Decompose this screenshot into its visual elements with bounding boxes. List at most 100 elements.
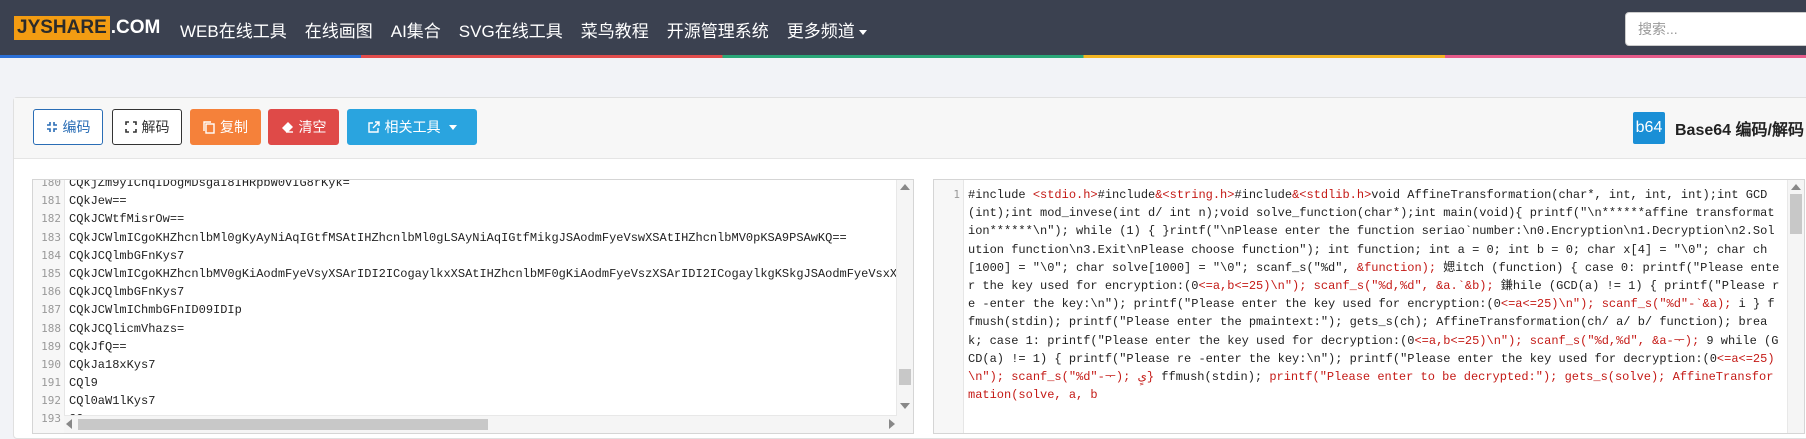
code-line: 185 CQkJCWlmICgoKHZhcnlbMV0gKiAodmFyeVsyX…: [33, 265, 913, 283]
vertical-scrollbar[interactable]: [896, 180, 913, 433]
nav-links: WEB在线工具 在线画图 AI集合 SVG在线工具 菜鸟教程 开源管理系统 更多…: [180, 0, 885, 58]
line-text: CQkJCWtfMisrOw==: [69, 212, 185, 227]
scroll-down-arrow-icon[interactable]: [900, 403, 910, 409]
nav-open-source-admin[interactable]: 开源管理系统: [667, 17, 769, 42]
encode-label: 编码: [62, 119, 91, 135]
scroll-right-arrow-icon[interactable]: [889, 419, 895, 429]
related-tools-label: 相关工具: [384, 119, 441, 135]
scrollbar-thumb[interactable]: [78, 419, 488, 430]
line-number: 183: [41, 230, 61, 244]
code-segment: #include: [1097, 188, 1156, 202]
line-text: CQkJCWlmIChmbGFnID09IDIp: [69, 303, 242, 318]
line-number: 192: [41, 394, 61, 408]
base64-icon: b64: [1633, 112, 1665, 144]
base64-input-editor[interactable]: 180 CQkjZm9yIChqIDogMDsgaI8IHRpbW0vIG8rKy…: [32, 179, 914, 434]
expand-icon: [124, 121, 137, 133]
code-segment: gets_s(solve);: [1564, 370, 1666, 385]
nav-online-drawing[interactable]: 在线画图: [305, 17, 373, 42]
navbar-color-strip: [0, 55, 1806, 58]
line-number: 180: [41, 179, 61, 189]
logo-box: JYSHARE: [14, 16, 110, 40]
code-line: 189 CQkJfQ==: [33, 338, 913, 356]
line-number: 189: [41, 339, 61, 353]
decoded-output-editor[interactable]: 1 #include <stdio.h>#include&<string.h>#…: [933, 179, 1805, 434]
decode-button[interactable]: 解码: [112, 109, 182, 145]
code-segment: #include: [1234, 188, 1293, 202]
code-line: 182 CQkJCWtfMisrOw==: [33, 210, 913, 228]
code-segment: &function);: [1356, 260, 1437, 275]
nav-svg-tools[interactable]: SVG在线工具: [459, 17, 563, 42]
code-line: 191 CQl9: [33, 374, 913, 392]
code-line: 180 CQkjZm9yIChqIDogMDsgaI8IHRpbW0vIG8rKy…: [33, 179, 913, 192]
code-segment: &<stdlib.h>: [1292, 188, 1372, 202]
scrollbar-thumb[interactable]: [1790, 194, 1802, 234]
code-segment: scanf_s("%d"-ᅮ);: [1011, 370, 1131, 385]
code-line: 192 CQl0aW1lKys7: [33, 392, 913, 410]
chevron-down-icon: [858, 29, 867, 35]
encode-button[interactable]: 编码: [33, 109, 103, 145]
code-segment: <=a<=25)\n");: [1500, 297, 1595, 312]
nav-more-channels[interactable]: 更多频道: [787, 17, 867, 42]
code-segment: <=a,b<=25)\n");: [1414, 333, 1523, 348]
line-text: CQkJCQlmbGFnKys7: [69, 285, 185, 300]
line-text: CQl9: [69, 376, 98, 391]
horizontal-scrollbar[interactable]: [64, 415, 897, 433]
editor-lines: 180 CQkjZm9yIChqIDogMDsgaI8IHRpbW0vIG8rKy…: [33, 179, 913, 429]
code-line: 187 CQkJCWlmIChmbGFnID09IDIp: [33, 301, 913, 319]
code-line: 188 CQkJCQlicmVhazs=: [33, 320, 913, 338]
line-text: CQkJew==: [69, 194, 127, 209]
scroll-up-arrow-icon[interactable]: [900, 184, 910, 190]
code-segment: scanf_s("%d"-`&a);: [1601, 297, 1732, 312]
top-navbar: JYSHARE .COM WEB在线工具 在线画图 AI集合 SVG在线工具 菜…: [0, 0, 1806, 58]
scroll-up-arrow-icon[interactable]: [1791, 184, 1801, 190]
code-line: 186 CQkJCQlmbGFnKys7: [33, 283, 913, 301]
line-number: 193: [41, 412, 61, 426]
search-box: [1625, 12, 1806, 46]
decode-label: 解码: [141, 119, 170, 135]
clear-button[interactable]: 清空: [268, 109, 339, 145]
vertical-scrollbar[interactable]: [1787, 180, 1804, 433]
eraser-icon: [281, 122, 293, 133]
nav-more-label: 更多频道: [786, 21, 855, 41]
code-segment: <=a,b<=25)\n");: [1198, 279, 1307, 294]
copy-button[interactable]: 复制: [190, 109, 261, 145]
line-number: 188: [41, 321, 61, 335]
nav-ai-collection[interactable]: AI集合: [391, 17, 441, 42]
code-segment: printf("Please enter to be decrypted:");: [1269, 370, 1558, 385]
line-text: CQkJCQlicmVhazs=: [69, 321, 185, 336]
line-number: 182: [41, 212, 61, 226]
line-number: 1: [953, 188, 960, 201]
code-line: 184 CQkJCQlmbGFnKys7: [33, 247, 913, 265]
clear-label: 清空: [298, 119, 327, 135]
line-text: CQkJCQlmbGFnKys7: [69, 248, 185, 263]
code-segment: #include: [968, 188, 1033, 202]
line-text: CQl0aW1lKys7: [69, 394, 156, 409]
line-number: 186: [41, 285, 61, 299]
site-logo[interactable]: JYSHARE .COM: [14, 16, 160, 40]
line-text: CQkJfQ==: [69, 339, 127, 354]
tool-brand: b64 Base64 编码/解码: [1633, 112, 1804, 144]
decoded-code-text: #include <stdio.h>#include&<string.h>#in…: [968, 186, 1780, 404]
line-text: CQkJa18xKys7: [69, 357, 156, 372]
code-segment: &<string.h>: [1155, 188, 1235, 202]
code-segment: scanf_s("%d,%d", &a-ᅮ);: [1529, 333, 1700, 348]
line-number: 187: [41, 303, 61, 317]
search-input[interactable]: [1626, 13, 1806, 45]
line-number: 184: [41, 248, 61, 262]
external-link-icon: [367, 121, 380, 133]
line-text: CQkJCWlmICgoKHZhcnlbMl0gKyAyNiAqIGtfMSAt…: [69, 230, 847, 245]
copy-icon: [203, 120, 215, 134]
nav-web-tools[interactable]: WEB在线工具: [180, 17, 287, 42]
code-segment: scanf_s("%d,%d", &a.`&b);: [1313, 279, 1494, 294]
line-text: CQkJCWlmICgoKHZhcnlbMV0gKiAodmFyeVsyXSAr…: [69, 266, 913, 281]
base64-panel: 编码 解码 复制 清空 相关工具 b64 Base64 编码/解码 180 CQk…: [13, 97, 1806, 439]
line-text: CQkjZm9yIChqIDogMDsgaI8IHRpbW0vIG8rKyk=: [69, 179, 350, 190]
scrollbar-thumb[interactable]: [899, 369, 911, 385]
nav-runoob-tutorial[interactable]: 菜鸟教程: [581, 17, 649, 42]
related-tools-dropdown[interactable]: 相关工具: [347, 109, 477, 145]
scroll-left-arrow-icon[interactable]: [66, 419, 72, 429]
line-number: 191: [41, 376, 61, 390]
